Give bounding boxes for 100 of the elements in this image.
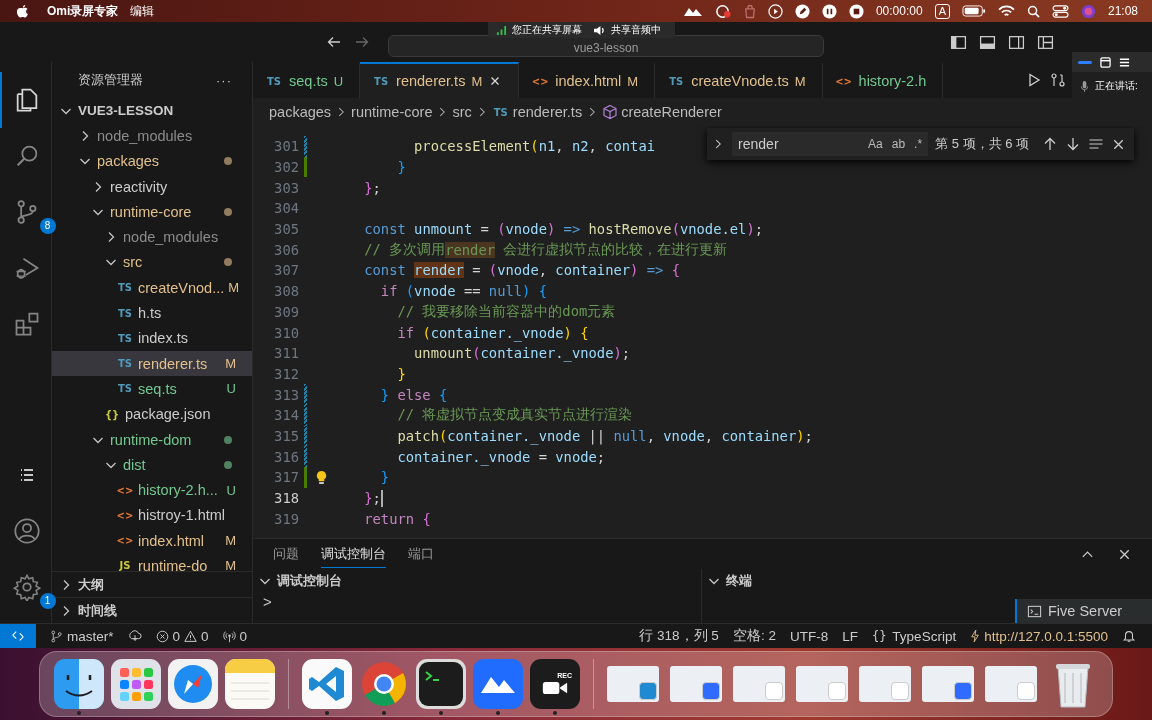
file-item[interactable]: <> history-2.h... U [52,477,252,503]
editor-tab[interactable]: <> index.html M [519,62,656,98]
terminal-icon[interactable] [416,659,466,709]
bell-icon[interactable] [1122,629,1136,643]
record-status-icon[interactable] [714,2,732,20]
pen-icon[interactable] [794,3,810,19]
toggle-panel-icon[interactable] [979,33,996,51]
editor-tab[interactable]: TS renderer.ts M [360,62,520,98]
back-arrow-icon[interactable] [326,34,342,50]
window-thumbnail[interactable] [985,666,1037,702]
line-ending-setting[interactable]: LF [842,628,858,644]
meeting-app-icon[interactable] [473,659,523,709]
bag-icon[interactable] [743,3,756,19]
file-type-icon: <> [116,509,134,521]
panel-tab[interactable]: 调试控制台 [321,540,386,568]
breadcrumb-item[interactable]: runtime-core [351,104,433,120]
battery-icon[interactable] [961,5,986,17]
ports-indicator[interactable]: 0 [222,628,248,644]
customize-layout-icon[interactable] [1037,33,1054,51]
control-center-icon[interactable] [1051,4,1069,18]
find-input[interactable]: render Aa ab .* [732,132,929,156]
arrow-down-icon[interactable] [1065,136,1081,152]
input-source-indicator[interactable]: A [934,3,950,19]
window-thumbnail[interactable] [922,666,974,702]
file-item[interactable]: TS index.ts [52,325,252,351]
workspace-folder[interactable]: VUE3-LESSON [52,98,252,124]
finder-icon[interactable] [54,659,104,709]
file-item[interactable]: TS renderer.ts M [52,350,252,377]
file-item[interactable]: TS createVnod... M [52,275,252,301]
cursor-position[interactable]: 行 318，列 5 [639,627,719,645]
window-thumbnail[interactable] [796,666,848,702]
find-option-toggle[interactable]: .* [914,137,923,151]
window-thumbnail[interactable] [607,666,659,702]
wifi-icon[interactable] [997,4,1015,18]
section-header[interactable]: 大纲 [52,571,252,597]
window-thumbnail[interactable] [733,666,785,702]
breadcrumb-item[interactable]: renderer.ts [512,104,583,120]
breadcrumb-item[interactable]: createRenderer [621,104,722,120]
file-item[interactable]: <> histroy-1.html [52,502,252,529]
breadcrumb-item[interactable]: src [452,104,472,120]
error-icon [155,629,169,643]
play-icon[interactable] [767,3,783,19]
toggle-secondary-sidebar-icon[interactable] [1008,33,1025,51]
language-mode[interactable]: {} TypeScript [871,628,957,644]
more-actions-button[interactable]: ··· [216,72,232,88]
panel-tab[interactable]: 端口 [408,540,434,568]
window-icon[interactable] [1100,56,1111,68]
find-option-toggle[interactable]: ab [891,137,906,151]
file-item[interactable]: {} package.json [52,401,252,427]
terminal-item[interactable]: Five Server [1015,599,1152,623]
settings-icon[interactable] [12,573,41,601]
folder-item[interactable]: runtime-dom [52,426,252,453]
compass-icon[interactable] [168,659,218,709]
launchpad-icon[interactable] [111,659,161,709]
window-thumbnail[interactable] [670,666,722,702]
microphone-icon[interactable] [1080,79,1089,93]
live-server-link[interactable]: http://127.0.0.1:5500 [970,628,1108,644]
arrow-up-icon[interactable] [1042,136,1058,152]
file-item[interactable]: TS h.ts [52,300,252,326]
find-option-toggle[interactable]: Aa [868,137,883,151]
code-editor-icon[interactable] [302,659,352,709]
stop-icon[interactable] [848,3,864,19]
search-icon[interactable] [1026,4,1040,18]
git-status-label: U [226,381,236,397]
folder-item[interactable]: packages [52,148,252,174]
menu-item[interactable]: 编辑 [130,2,155,20]
folder-item[interactable]: src [52,249,252,276]
list-icon[interactable] [18,467,35,483]
encoding-setting[interactable]: UTF-8 [789,628,829,644]
apple-icon[interactable] [16,3,29,19]
sync-icon[interactable] [127,629,142,643]
file-item[interactable]: JS runtime-do M [52,553,252,571]
run-icon[interactable] [1026,72,1042,88]
line-number: 317 [273,469,299,486]
editor-tab[interactable]: <> history-2.h [822,62,944,98]
toggle-sidebar-icon[interactable] [950,33,967,51]
app-name[interactable]: Omi录屏专家 [47,2,119,20]
browser-icon[interactable] [359,659,409,709]
indentation-setting[interactable]: 空格: 2 [732,627,776,645]
editor-tab[interactable]: TS createVnode.ts M [655,62,823,98]
lightbulb-icon[interactable] [314,469,328,485]
branch-indicator[interactable]: master* [50,628,114,644]
pause-icon[interactable] [821,3,837,19]
folder-item[interactable]: dist [52,452,252,478]
section-header[interactable]: 终端 [702,569,1152,593]
folder-item[interactable]: reactivity [52,173,252,200]
file-item[interactable]: <> index.html M [52,528,252,554]
window-thumbnail[interactable] [859,666,911,702]
compare-changes-icon[interactable] [1050,72,1066,88]
folder-item[interactable]: node_modules [52,123,252,149]
section-header[interactable]: 调试控制台 [253,569,701,593]
file-item[interactable]: TS seq.ts U [52,376,252,402]
breadcrumb-item[interactable]: packages [269,104,332,120]
panel-tab[interactable]: 问题 [273,540,299,568]
find-in-selection-icon[interactable] [1088,136,1104,152]
account-icon[interactable] [12,517,41,545]
menu-icon[interactable] [1119,56,1130,68]
command-center[interactable]: vue3-lesson [388,35,824,57]
notes-icon[interactable] [225,659,275,709]
problems-indicator[interactable]: 0 0 [155,628,209,644]
